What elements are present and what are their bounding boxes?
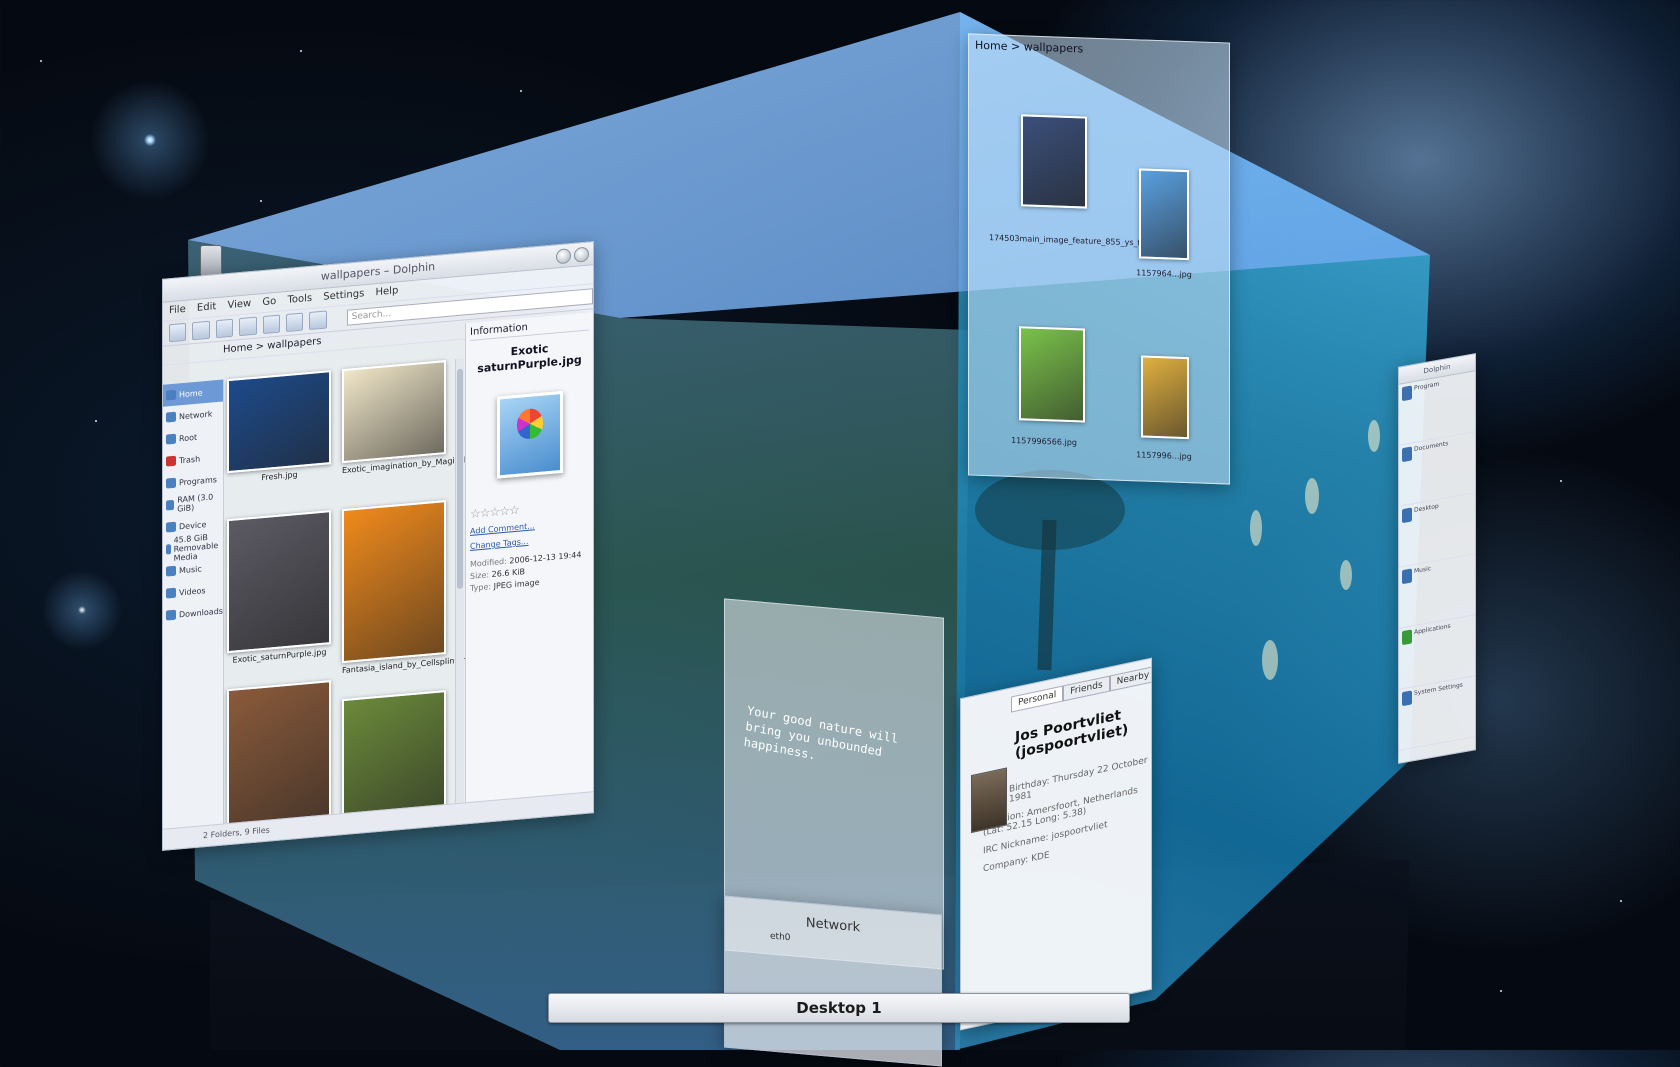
music-icon [166,565,176,577]
star [260,200,262,202]
split-icon[interactable] [309,310,327,331]
places-panel: Home Network Root Trash Programs RAM (3.… [163,379,224,830]
folder-icon [166,433,176,445]
change-tags-link[interactable]: Change Tags... [470,532,589,551]
file-item[interactable]: Exotic_saturnPurple.jpg [227,510,332,666]
breadcrumb[interactable]: Home > wallpapers [969,34,1229,64]
star [1620,900,1622,902]
bokeh-light [1368,420,1380,452]
drive-icon [166,477,176,489]
file-thumbnail[interactable] [1021,114,1087,209]
file-thumbnail [342,360,446,464]
selected-filename: Exotic saturnPurple.jpg [477,342,582,376]
file-item[interactable]: Fresh.jpg [227,370,332,486]
menu-edit[interactable]: Edit [197,301,216,314]
file-icon [1402,385,1412,402]
file-thumbnail [227,370,331,474]
bokeh-light [1340,560,1352,590]
file-item[interactable]: Exotic_imagination_by_MagicalViper.jpg [342,360,501,476]
file-caption: 1157996566.jpg [1011,435,1077,448]
network-icon [166,411,176,423]
file-item[interactable]: Fantasia_island_by_Cellsplintor.jpg [342,500,480,676]
file-icon [1402,568,1412,585]
file-thumbnail[interactable] [1139,168,1189,261]
file-thumbnail[interactable] [1141,355,1189,440]
dolphin-window: wallpapers – Dolphin File Edit View Go T… [162,241,594,851]
file-caption: 174503main_image_feature_855_ys_full.jpg [989,233,1165,249]
desktop-name-label: Desktop 1 [548,993,1130,1023]
bokeh-light [1262,640,1278,680]
drive-icon [166,544,171,555]
preview-icon[interactable] [285,312,304,333]
file-meta: Modified: 2006-12-13 19:44 Size: 26.6 Ki… [470,550,582,593]
close-button[interactable] [574,246,589,263]
star [40,60,42,62]
tab-friends[interactable]: Friends [1063,675,1110,702]
information-panel: Information Exotic saturnPurple.jpg ☆☆☆☆… [465,312,593,804]
star [1560,480,1562,482]
avatar [971,767,1007,834]
video-icon [166,587,176,599]
file-preview [496,390,563,479]
file-thumbnail [227,680,331,834]
small-dolphin-window: Dolphin Program Documents Desktop Music … [1398,353,1476,764]
tab-personal[interactable]: Personal [1011,685,1064,713]
list-item[interactable]: System Settings [1399,676,1475,751]
company-value: KDE [1031,850,1050,865]
menu-tools[interactable]: Tools [287,293,312,306]
window-title: wallpapers – Dolphin [320,259,436,284]
file-thumbnail [227,510,331,654]
file-icon [1402,629,1412,646]
drive-icon [166,499,175,511]
star [300,50,302,52]
place-item[interactable]: Downloads [163,600,223,627]
menu-view[interactable]: View [227,298,251,311]
trash-icon [166,455,176,467]
scrollbar-thumb[interactable] [457,368,463,590]
menu-file[interactable]: File [169,304,186,316]
tab-nearby[interactable]: Nearby [1109,665,1152,692]
network-widget: Network eth0 [724,895,942,1067]
file-item[interactable] [227,680,332,836]
star [520,90,522,92]
file-icon [1402,446,1412,463]
details-view-icon[interactable] [239,316,257,337]
home-icon [166,389,176,401]
scrollbar[interactable] [455,358,464,805]
columns-view-icon[interactable] [262,314,280,335]
fortune-text: Your good nature will bring you unbounde… [743,703,899,763]
star [95,420,97,422]
back-icon[interactable] [169,322,187,343]
star [1500,990,1502,992]
contact-card: Personal Friends Nearby Jos Poortvliet (… [960,657,1152,1031]
menu-help[interactable]: Help [376,285,399,298]
file-thumbnail[interactable] [1019,326,1085,423]
file-icon [1402,507,1412,524]
icons-view-icon[interactable] [215,318,234,339]
folder-icon [166,609,176,621]
file-thumbnail [342,690,446,824]
bokeh-light [1305,478,1319,514]
balloon-image [516,407,543,440]
file-icon [1402,690,1412,707]
wallpapers-window: Home > wallpapers 174503main_image_featu… [968,33,1230,485]
file-caption: 1157964...jpg [1136,268,1192,280]
place-item[interactable]: 45.8 GiB Removable Media [163,532,223,562]
contact-name: Jos Poortvliet (jospoortvliet) [1015,707,1129,762]
file-caption: 1157996...jpg [1136,450,1192,462]
drive-icon [166,521,176,533]
menu-go[interactable]: Go [262,296,276,308]
forward-icon[interactable] [192,320,210,341]
file-grid: Fresh.jpg Exotic_imagination_by_MagicalV… [227,360,501,834]
minimize-button[interactable] [556,248,571,265]
file-thumbnail [342,500,446,664]
menu-settings[interactable]: Settings [323,288,364,303]
bokeh-light [1250,510,1262,546]
